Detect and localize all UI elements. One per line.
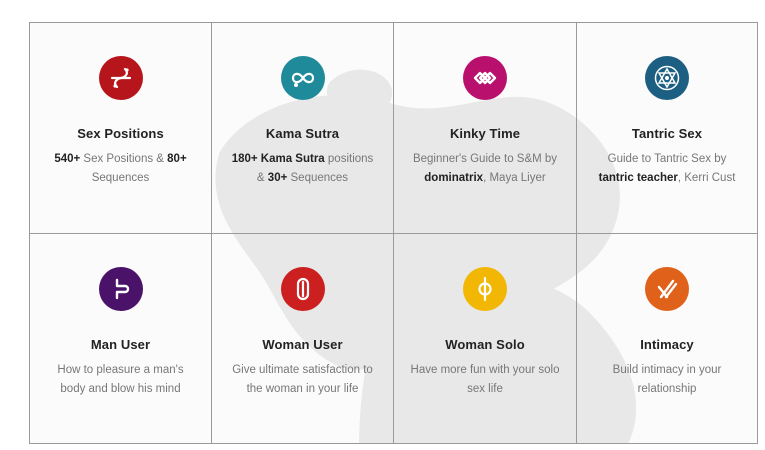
card-woman-solo[interactable]: Woman Solo Have more fun with your solo …: [394, 234, 577, 443]
male-symbol-icon: [98, 267, 143, 311]
card-title: Woman Solo: [445, 337, 525, 352]
card-title: Kinky Time: [449, 126, 521, 141]
diamond-chain-icon: [463, 56, 507, 100]
female-symbol-icon: [280, 267, 325, 311]
card-tantric-sex[interactable]: Tantric Sex Guide to Tantric Sex by tant…: [577, 23, 757, 234]
card-title: Woman User: [262, 337, 343, 352]
card-description: Build intimacy in your relationship: [612, 364, 722, 395]
card-description: Guide to Tantric Sex by tantric teacher,…: [598, 153, 736, 184]
crossed-lines-icon: [645, 267, 689, 311]
card-title: Sex Positions: [77, 126, 164, 141]
card-title: Intimacy: [640, 337, 694, 352]
card-description: 180+ Kama Sutra positions & 30+ Sequence…: [231, 153, 374, 184]
card-title: Tantric Sex: [631, 126, 703, 141]
card-man-user[interactable]: Man User How to pleasure a man's body an…: [30, 234, 212, 443]
card-title: Kama Sutra: [265, 126, 340, 141]
card-description: How to pleasure a man's body and blow hi…: [57, 364, 184, 395]
interlocking-bodies-icon: [98, 56, 143, 100]
card-title: Man User: [90, 337, 151, 352]
card-kama-sutra[interactable]: Kama Sutra 180+ Kama Sutra positions & 3…: [212, 23, 394, 234]
sri-yantra-icon: [645, 56, 689, 100]
card-kinky-time[interactable]: Kinky Time Beginner's Guide to S&M by do…: [394, 23, 577, 234]
card-sex-positions[interactable]: Sex Positions 540+ Sex Positions & 80+ S…: [30, 23, 212, 234]
card-description: Give ultimate satisfaction to the woman …: [232, 364, 373, 395]
card-woman-user[interactable]: Woman User Give ultimate satisfaction to…: [212, 234, 394, 443]
card-description: Have more fun with your solo sex life: [410, 364, 560, 395]
card-description: 540+ Sex Positions & 80+ Sequences: [54, 153, 187, 184]
card-description: Beginner's Guide to S&M by dominatrix, M…: [412, 153, 558, 184]
infinity-knot-icon: [280, 56, 325, 100]
category-grid: Sex Positions 540+ Sex Positions & 80+ S…: [29, 22, 758, 444]
solo-circle-icon: [463, 267, 507, 311]
card-intimacy[interactable]: Intimacy Build intimacy in your relation…: [577, 234, 757, 443]
